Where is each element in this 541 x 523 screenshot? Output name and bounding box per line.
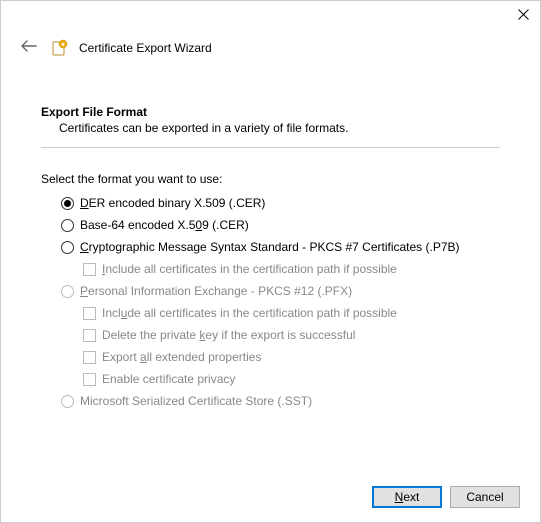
format-options: DER encoded binary X.509 (.CER) Base-64 … bbox=[41, 196, 500, 408]
titlebar bbox=[1, 1, 540, 33]
close-icon bbox=[518, 9, 529, 20]
radio-pfx bbox=[61, 285, 74, 298]
option-sst: Microsoft Serialized Certificate Store (… bbox=[61, 394, 500, 408]
option-pfx-delete: Delete the private key if the export is … bbox=[83, 328, 500, 342]
option-pfx-privacy: Enable certificate privacy bbox=[83, 372, 500, 386]
checkbox-pkcs7-include bbox=[83, 263, 96, 276]
back-button[interactable] bbox=[17, 37, 41, 59]
section-title: Export File Format bbox=[41, 105, 500, 119]
option-base64-label: Base-64 encoded X.509 (.CER) bbox=[80, 218, 249, 232]
radio-sst bbox=[61, 395, 74, 408]
option-pkcs7-include: Include all certificates in the certific… bbox=[83, 262, 500, 276]
next-button[interactable]: Next bbox=[372, 486, 442, 508]
radio-pkcs7[interactable] bbox=[61, 241, 74, 254]
back-arrow-icon bbox=[21, 40, 37, 52]
option-pfx-delete-label: Delete the private key if the export is … bbox=[102, 328, 355, 342]
option-pfx-include-label: Include all certificates in the certific… bbox=[102, 306, 397, 320]
cancel-button[interactable]: Cancel bbox=[450, 486, 520, 508]
radio-base64[interactable] bbox=[61, 219, 74, 232]
radio-der[interactable] bbox=[61, 197, 74, 210]
wizard-icon bbox=[51, 39, 69, 57]
option-pfx-extended: Export all extended properties bbox=[83, 350, 500, 364]
option-der-label: DER encoded binary X.509 (.CER) bbox=[80, 196, 265, 210]
divider bbox=[41, 147, 500, 148]
close-button[interactable] bbox=[516, 7, 530, 21]
footer-buttons: Next Cancel bbox=[372, 486, 520, 508]
option-pkcs7-include-label: Include all certificates in the certific… bbox=[102, 262, 397, 276]
checkbox-pfx-extended bbox=[83, 351, 96, 364]
checkbox-pfx-privacy bbox=[83, 373, 96, 386]
format-prompt: Select the format you want to use: bbox=[41, 172, 500, 186]
option-pfx-label: Personal Information Exchange - PKCS #12… bbox=[80, 284, 352, 298]
option-pfx-extended-label: Export all extended properties bbox=[102, 350, 261, 364]
content-area: Export File Format Certificates can be e… bbox=[1, 59, 540, 408]
checkbox-pfx-delete bbox=[83, 329, 96, 342]
option-base64[interactable]: Base-64 encoded X.509 (.CER) bbox=[61, 218, 500, 232]
checkbox-pfx-include bbox=[83, 307, 96, 320]
option-pfx-include: Include all certificates in the certific… bbox=[83, 306, 500, 320]
option-pfx-privacy-label: Enable certificate privacy bbox=[102, 372, 235, 386]
wizard-title: Certificate Export Wizard bbox=[79, 41, 212, 55]
option-pkcs7-label: Cryptographic Message Syntax Standard - … bbox=[80, 240, 460, 254]
option-pfx: Personal Information Exchange - PKCS #12… bbox=[61, 284, 500, 298]
option-pkcs7[interactable]: Cryptographic Message Syntax Standard - … bbox=[61, 240, 500, 254]
section-subtitle: Certificates can be exported in a variet… bbox=[41, 119, 500, 135]
option-der[interactable]: DER encoded binary X.509 (.CER) bbox=[61, 196, 500, 210]
option-sst-label: Microsoft Serialized Certificate Store (… bbox=[80, 394, 312, 408]
header: Certificate Export Wizard bbox=[1, 33, 540, 59]
